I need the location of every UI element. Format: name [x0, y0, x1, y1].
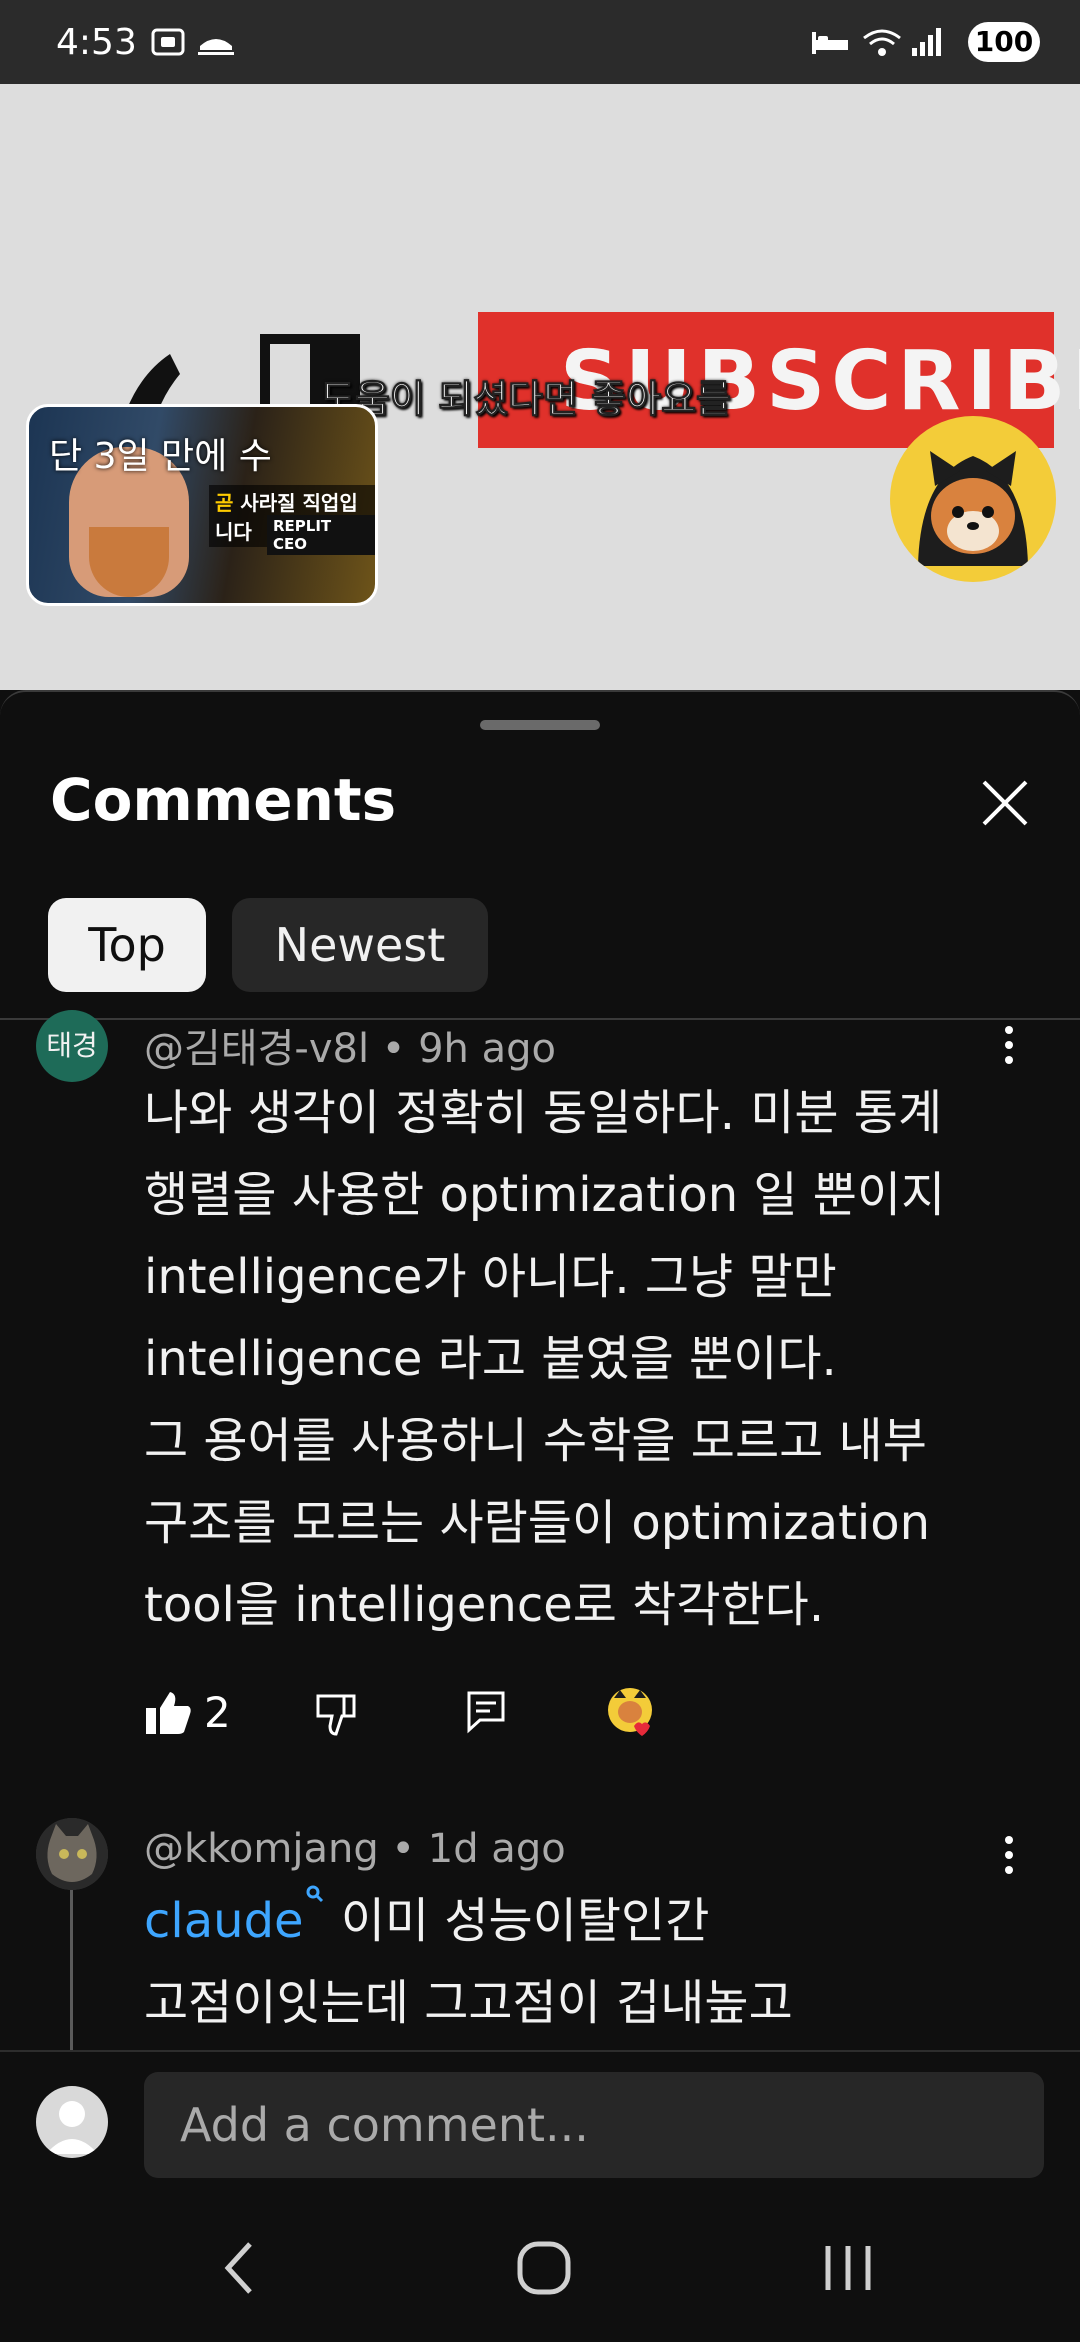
pip-title: 단 3일 만에 수 [49, 436, 272, 477]
home-icon[interactable] [516, 2240, 572, 2296]
sheet-title: Comments [50, 766, 397, 834]
comment-line: tool을 intelligence로 착각한다. [144, 1577, 825, 1633]
user-avatar-icon [46, 2101, 98, 2154]
separator: • [378, 1826, 428, 1872]
shiba-hoodie-icon [918, 451, 1028, 566]
comment-line: intelligence 라고 붙였을 뿐이다. [144, 1331, 837, 1387]
creator-heart-icon [608, 1688, 652, 1736]
status-bar: 4:53 100 [0, 0, 1080, 84]
dislike-icon[interactable] [314, 1692, 360, 1738]
sleep-icon [810, 26, 850, 66]
comment-time: 9h ago [418, 1026, 556, 1072]
tab-top[interactable]: Top [48, 898, 206, 992]
comment-line: 행렬을 사용한 optimization 일 뿐이지 [144, 1167, 946, 1223]
pip-tag: REPLIT CEO [267, 515, 375, 555]
more-options-icon[interactable] [994, 1830, 1024, 1880]
comment-input-bar: Add a comment... [0, 2050, 1080, 2182]
comment-line: 구조를 모르는 사람들이 optimization [144, 1495, 931, 1551]
comment-avatar[interactable]: 태경 [36, 1010, 108, 1082]
more-options-icon[interactable] [994, 1020, 1024, 1070]
video-caption: 도움이 되셨다면 좋아요를 [319, 377, 732, 422]
pip-video-thumbnail[interactable]: 단 3일 만에 수 곧 사라질 직업입니다 REPLIT CEO [26, 404, 378, 606]
comment-header: @김태경-v8l • 9h ago [144, 1016, 556, 1074]
comment-line: claude 이미 성능이탈인간 [144, 1880, 1024, 1962]
video-player[interactable]: SUBSCRIBE 도움이 되셨다면 좋아요를 단 3일 만에 수 곧 사라질 … [0, 84, 1080, 690]
creator-heart [606, 1686, 662, 1742]
comment-text: 이미 성능이탈인간 [325, 1893, 710, 1949]
comment-body: claude 이미 성능이탈인간 고점이잇는데 그고점이 겁내높고 [144, 1880, 1024, 2044]
comment-line: 그 용어를 사용하니 수학을 모르고 내부 [144, 1413, 927, 1469]
comment-author[interactable]: @kkomjang [144, 1826, 379, 1872]
cast-icon [196, 26, 236, 66]
close-icon[interactable] [980, 778, 1030, 828]
drag-handle[interactable] [480, 720, 600, 730]
screenshot-icon [150, 26, 186, 66]
comment-header: @kkomjang • 1d ago [144, 1826, 566, 1872]
wifi-icon [860, 26, 904, 68]
comment-avatar[interactable] [36, 1818, 108, 1890]
tab-newest[interactable]: Newest [232, 898, 488, 992]
comment-body: 나와 생각이 정확히 동일하다. 미분 통계 행렬을 사용한 optimizat… [144, 1072, 1024, 1646]
comment-time: 1d ago [427, 1826, 566, 1872]
cat-avatar-icon [36, 1818, 108, 1890]
comment-line: 나와 생각이 정확히 동일하다. 미분 통계 [144, 1085, 943, 1141]
system-nav-bar [0, 2180, 1080, 2340]
pip-subtitle-highlight: 곧 [215, 491, 234, 515]
status-time: 4:53 [56, 22, 137, 63]
search-mention-icon[interactable] [304, 1880, 326, 1920]
comment-input[interactable]: Add a comment... [144, 2072, 1044, 2178]
battery-indicator: 100 [968, 22, 1040, 62]
reply-icon[interactable] [466, 1690, 506, 1734]
user-avatar[interactable] [36, 2086, 108, 2158]
comment-author[interactable]: @김태경-v8l [144, 1026, 369, 1072]
back-icon[interactable] [222, 2240, 258, 2296]
like-count: 2 [204, 1688, 231, 1737]
mention-link[interactable]: claude [144, 1893, 304, 1949]
signal-icon [910, 26, 944, 66]
separator: • [369, 1026, 419, 1072]
comment-line: 고점이잇는데 그고점이 겁내높고 [144, 1975, 793, 2031]
recent-apps-icon[interactable] [820, 2242, 876, 2294]
comment-line: intelligence가 아니다. 그냥 말만 [144, 1249, 837, 1305]
thread-line [70, 1890, 73, 2050]
like-icon[interactable] [144, 1690, 192, 1736]
channel-avatar[interactable] [890, 416, 1056, 582]
